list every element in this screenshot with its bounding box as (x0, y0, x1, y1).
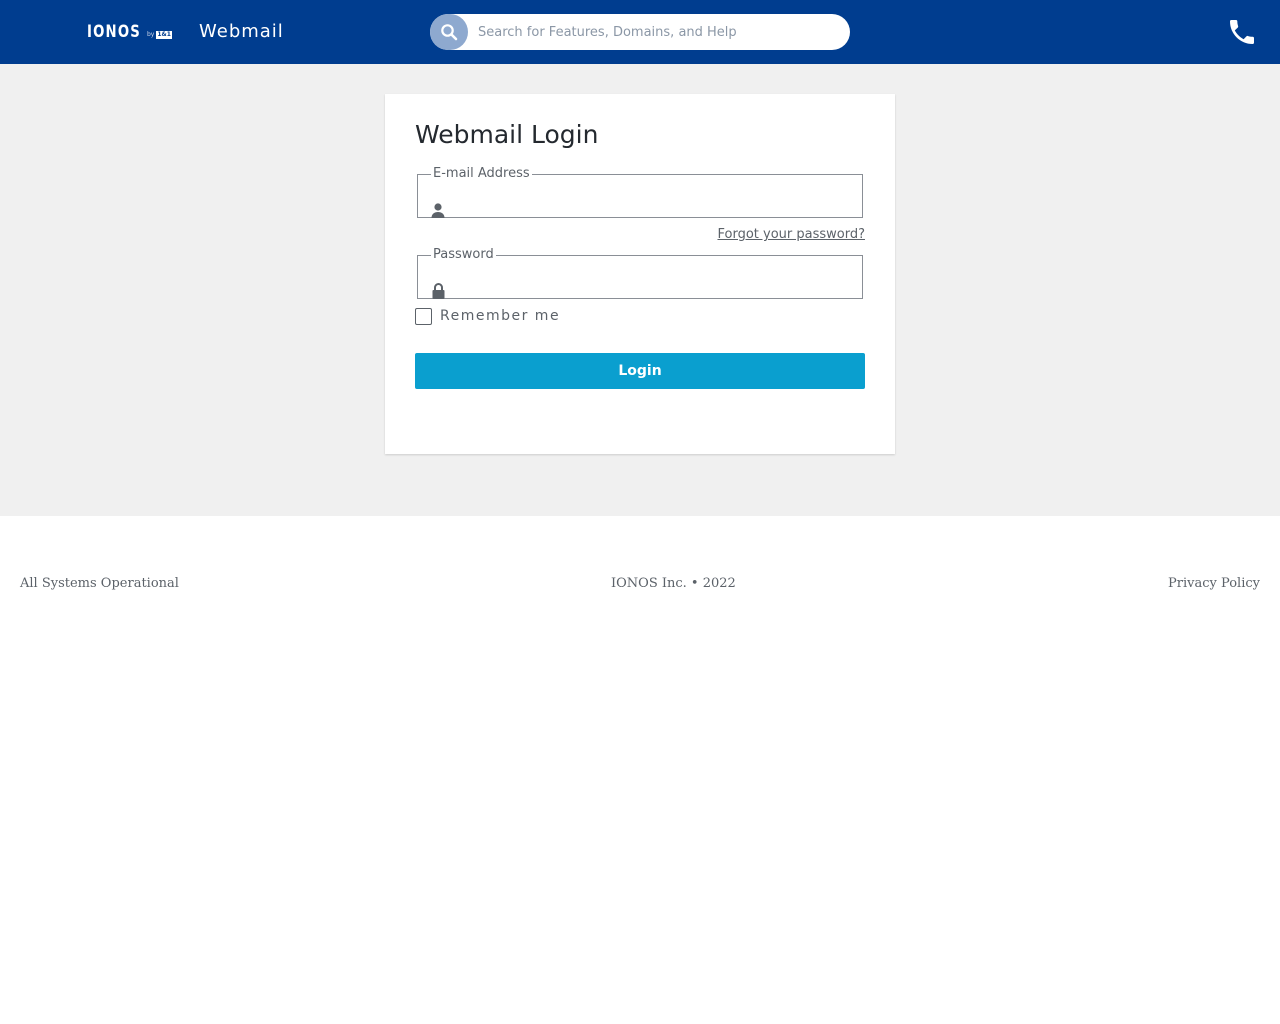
lock-icon (430, 283, 446, 299)
system-status: All Systems Operational (20, 576, 179, 591)
footer: All Systems Operational IONOS Inc. • 202… (0, 576, 1280, 596)
copyright: IONOS Inc. • 2022 (611, 576, 736, 591)
user-icon (430, 202, 446, 218)
logo-by-text: by (147, 31, 155, 38)
search-icon[interactable] (430, 14, 468, 50)
remember-me[interactable]: Remember me (415, 308, 560, 325)
login-card: Webmail Login E-mail Address Forgot your… (385, 94, 895, 454)
phone-icon[interactable] (1224, 14, 1260, 50)
app-title: Webmail (199, 21, 284, 42)
password-input[interactable] (456, 277, 852, 305)
password-field[interactable]: Password (417, 247, 863, 305)
email-field[interactable]: E-mail Address (417, 166, 863, 224)
search-bar (430, 14, 850, 50)
password-label: Password (433, 247, 494, 262)
top-header: IONOS by 1&1 Webmail (0, 0, 1280, 64)
login-button[interactable]: Login (415, 353, 865, 389)
ionos-logo[interactable]: IONOS by 1&1 (87, 22, 172, 42)
email-input[interactable] (456, 196, 852, 224)
logo-badge: 1&1 (156, 31, 172, 39)
privacy-policy-link[interactable]: Privacy Policy (1168, 576, 1260, 591)
remember-me-label: Remember me (440, 308, 561, 324)
forgot-password-link[interactable]: Forgot your password? (717, 227, 865, 243)
search-input[interactable] (474, 14, 834, 50)
logo-wordmark: IONOS (87, 22, 141, 42)
email-label: E-mail Address (433, 166, 530, 181)
login-title: Webmail Login (415, 120, 599, 149)
remember-me-checkbox[interactable] (415, 308, 432, 325)
